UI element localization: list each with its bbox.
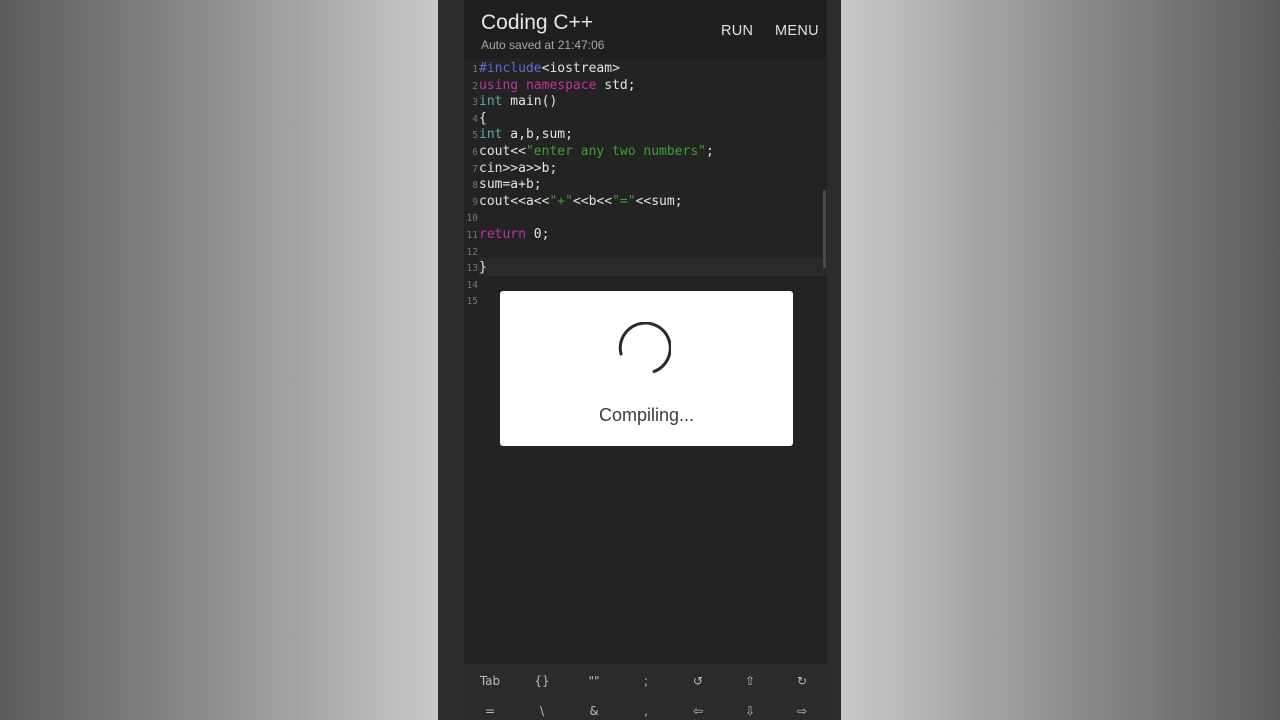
code-line[interactable]: int main() bbox=[479, 94, 557, 109]
loading-spinner-icon bbox=[618, 322, 671, 373]
screen-edge-right bbox=[827, 0, 841, 720]
compiling-message: Compiling... bbox=[598, 405, 695, 425]
code-token: <<b<< bbox=[572, 193, 613, 209]
app-header: Coding C++ Auto saved at 21:47:06 RUN ME… bbox=[464, 0, 827, 58]
line-number: 5 bbox=[472, 130, 478, 142]
code-line[interactable]: return 0; bbox=[479, 227, 549, 242]
compiling-dialog: Compiling... bbox=[500, 291, 793, 446]
shift-icon[interactable]: ⇧ bbox=[726, 674, 774, 688]
code-token: } bbox=[479, 260, 487, 276]
code-token: #include bbox=[479, 61, 542, 76]
code-token: std; bbox=[596, 77, 636, 93]
code-token: namespace bbox=[525, 77, 597, 93]
code-token: a,b,sum; bbox=[502, 127, 573, 143]
run-button[interactable]: RUN bbox=[721, 23, 753, 39]
line-number: 13 bbox=[466, 263, 478, 275]
code-token: "+" bbox=[549, 193, 573, 209]
code-line[interactable]: sum=a+b; bbox=[479, 177, 542, 192]
line-number: 1 bbox=[472, 64, 478, 75]
line-number: 14 bbox=[466, 279, 478, 291]
code-token: <iostream> bbox=[541, 61, 620, 76]
code-token: int bbox=[479, 94, 503, 110]
key-backslash[interactable]: \ bbox=[518, 704, 566, 718]
arrow-down-icon[interactable]: ⇩ bbox=[726, 704, 774, 718]
code-token: ; bbox=[705, 144, 714, 159]
redo-icon[interactable]: ↻ bbox=[778, 674, 826, 688]
code-token: cout<<a<< bbox=[479, 193, 550, 209]
code-token: 0; bbox=[525, 227, 550, 242]
code-token: "=" bbox=[612, 193, 636, 209]
code-token: cout<< bbox=[479, 144, 526, 159]
code-token: main() bbox=[502, 94, 558, 110]
code-token: <<sum; bbox=[635, 193, 683, 209]
line-number: 4 bbox=[472, 113, 478, 125]
code-token: using bbox=[479, 77, 519, 93]
line-number: 8 bbox=[472, 180, 478, 192]
autosave-status: Auto saved at 21:47:06 bbox=[481, 38, 605, 52]
app-title: Coding C++ bbox=[481, 11, 594, 34]
line-number: 11 bbox=[466, 230, 478, 241]
line-number: 12 bbox=[466, 246, 478, 258]
editor-scrollbar[interactable] bbox=[823, 190, 826, 268]
line-number: 3 bbox=[472, 97, 478, 109]
background-blur-left bbox=[0, 0, 438, 720]
background-blur-right bbox=[841, 0, 1280, 720]
current-line-highlight bbox=[478, 258, 827, 276]
menu-button[interactable]: MENU bbox=[775, 23, 819, 39]
key-braces[interactable]: {} bbox=[518, 674, 566, 688]
key-comma[interactable]: , bbox=[622, 704, 670, 718]
code-token: return bbox=[479, 227, 526, 242]
key-quotes[interactable]: "" bbox=[570, 674, 618, 688]
code-token: sum=a+b; bbox=[479, 177, 542, 193]
key-tab[interactable]: Tab bbox=[466, 674, 514, 688]
code-line[interactable]: int a,b,sum; bbox=[479, 127, 573, 142]
undo-icon[interactable]: ↺ bbox=[674, 674, 722, 688]
line-number: 2 bbox=[472, 80, 478, 92]
code-token: { bbox=[479, 110, 487, 126]
code-token: cin>>a>>b; bbox=[479, 160, 558, 176]
key-semicolon[interactable]: ; bbox=[622, 674, 670, 688]
code-line[interactable]: using namespace std; bbox=[479, 78, 636, 93]
arrow-right-icon[interactable]: ⇨ bbox=[778, 704, 826, 718]
key-ampersand[interactable]: & bbox=[570, 704, 618, 718]
code-line[interactable]: #include<iostream> bbox=[479, 61, 620, 76]
code-token: "enter any two numbers" bbox=[525, 144, 706, 159]
code-line[interactable]: cout<<"enter any two numbers"; bbox=[479, 144, 714, 159]
line-number: 15 bbox=[466, 296, 478, 308]
line-number: 6 bbox=[472, 147, 478, 158]
line-number: 9 bbox=[472, 196, 478, 208]
code-line[interactable]: { bbox=[479, 111, 487, 126]
extra-keys-bar: Tab {} ""; ↺ ⇧ ↻ = \ &, ⇦ ⇩ ⇨ bbox=[464, 664, 827, 720]
screen-edge-left bbox=[438, 0, 464, 720]
line-number: 10 bbox=[466, 213, 478, 225]
code-line[interactable]: cin>>a>>b; bbox=[479, 161, 557, 176]
code-line[interactable]: } bbox=[479, 260, 487, 275]
arrow-left-icon[interactable]: ⇦ bbox=[674, 704, 722, 718]
key-equals[interactable]: = bbox=[466, 704, 514, 718]
line-number: 7 bbox=[472, 163, 478, 175]
code-token: int bbox=[479, 127, 503, 143]
code-line[interactable]: cout<<a<<"+"<<b<<"="<<sum; bbox=[479, 194, 683, 209]
